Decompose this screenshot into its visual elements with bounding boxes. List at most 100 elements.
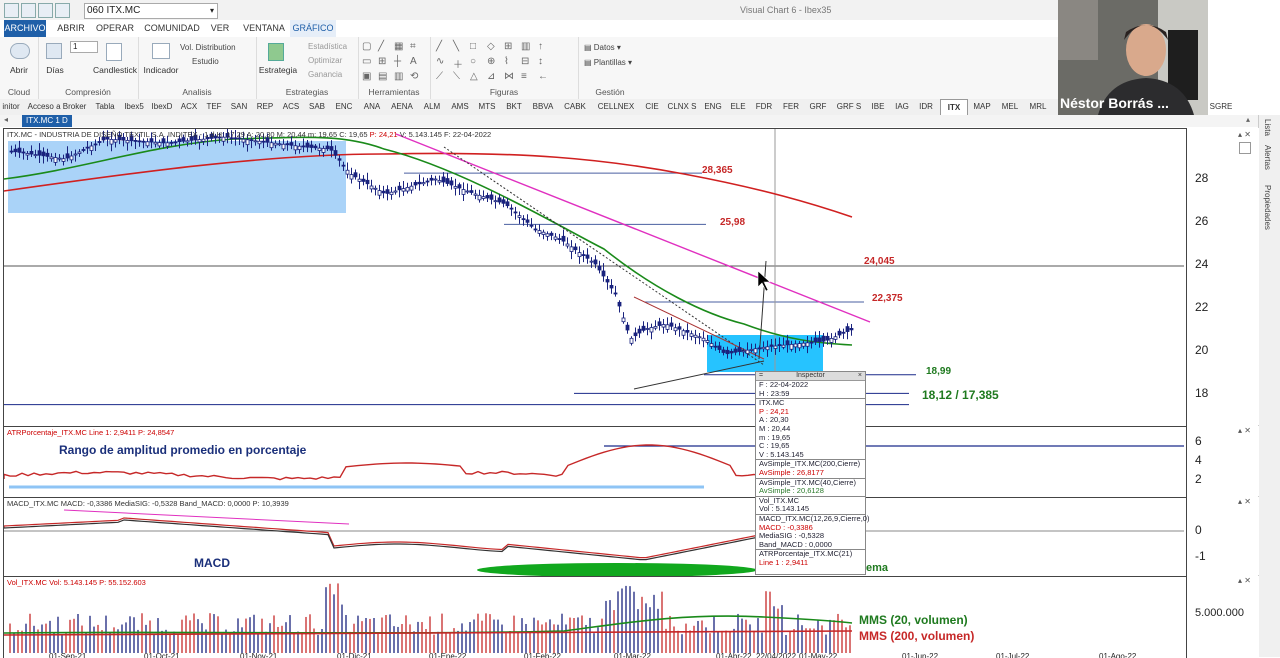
tab-ver[interactable]: VER [208, 20, 232, 37]
symbol-tab-idr[interactable]: IDR [916, 99, 936, 115]
figure-tool-icon[interactable]: ＋ [453, 56, 463, 71]
figure-tool-icon[interactable]: ≡ [521, 71, 527, 82]
symbol-tab-cabk[interactable]: CABK [560, 99, 590, 115]
price-y-axis[interactable]: 28 26 24 22 20 18 ▴ ✕ [1186, 128, 1259, 425]
symbol-tab-iag[interactable]: IAG [892, 99, 912, 115]
tab-grafico[interactable]: GRÁFICO [290, 20, 336, 37]
undo-icon[interactable] [38, 3, 53, 18]
price-pane[interactable]: ITX.MC - INDUSTRIA DE DISEÑO TEXTIL S.A.… [3, 128, 1187, 427]
minimize-pane-icon[interactable] [1239, 142, 1251, 154]
inspector-header[interactable]: Inspector × = [756, 372, 865, 381]
calendar-icon[interactable] [46, 43, 62, 59]
macd-y-axis[interactable]: 0 -1 ▴ ✕ [1186, 497, 1259, 575]
drawing-tool-icon[interactable]: ▦ [394, 41, 403, 52]
symbol-tab-acx[interactable]: ACX [178, 99, 200, 115]
symbol-tab-rep[interactable]: REP [254, 99, 276, 115]
drawing-tool-icon[interactable]: ⟲ [410, 71, 418, 82]
symbol-tab-fer[interactable]: FER [780, 99, 802, 115]
tab-comunidad[interactable]: COMUNIDAD [144, 20, 200, 37]
drawing-tool-icon[interactable]: ▢ [362, 41, 371, 52]
candlestick-icon[interactable] [106, 43, 122, 61]
macd-pane-controls[interactable]: ▴ ✕ [1227, 497, 1251, 506]
estrategia-button[interactable]: Estrategia [258, 65, 298, 75]
macd-pane[interactable]: MACD_ITX.MC MACD: -0,3386 MediaSIG: -0,5… [3, 497, 1187, 577]
symbol-tab-mel[interactable]: MEL [998, 99, 1022, 115]
strategy-icon[interactable] [268, 43, 284, 61]
figure-tool-icon[interactable]: ∿ [436, 56, 444, 67]
symbol-tab-initor[interactable]: initor [0, 99, 22, 115]
atr-chart[interactable] [4, 427, 1186, 497]
symbol-tab-ams[interactable]: AMS [448, 99, 472, 115]
close-icon[interactable]: × [858, 372, 862, 380]
scroll-left-icon[interactable]: ◂ [4, 115, 8, 124]
estudio-button[interactable]: Estudio [192, 57, 219, 66]
figure-tool-icon[interactable]: ╱ [436, 41, 442, 52]
figure-tool-icon[interactable]: ⊟ [521, 56, 529, 67]
symbol-tab-acceso-a-broker[interactable]: Acceso a Broker [26, 99, 88, 115]
drawing-tool-icon[interactable]: ▣ [362, 71, 371, 82]
symbol-tab-sgre[interactable]: SGRE [1206, 99, 1236, 115]
indicator-icon[interactable] [152, 43, 170, 59]
figure-tool-icon[interactable]: □ [470, 41, 476, 52]
drawing-tool-icon[interactable]: ▥ [394, 71, 403, 82]
symbol-tab-map[interactable]: MAP [970, 99, 994, 115]
inspector-window[interactable]: Inspector × = F : 22-04-2022 H : 23:59 ITX.M… [755, 371, 869, 575]
macd-chart[interactable] [4, 498, 1186, 576]
redo-icon[interactable] [55, 3, 70, 18]
symbol-tab-ibe[interactable]: IBE [868, 99, 888, 115]
atr-pane-controls[interactable]: ▴ ✕ [1227, 426, 1251, 435]
figure-tool-icon[interactable]: △ [470, 71, 478, 82]
drawing-tool-icon[interactable]: ▭ [362, 56, 371, 67]
symbol-tab-clnx-s[interactable]: CLNX S [666, 99, 698, 115]
tab-operar[interactable]: OPERAR [96, 20, 134, 37]
drawing-tool-icon[interactable]: ┼ [394, 56, 401, 67]
symbol-tab-bkt[interactable]: BKT [502, 99, 526, 115]
figure-tool-icon[interactable]: ⋈ [504, 71, 514, 82]
figure-tool-icon[interactable]: ⌇ [504, 56, 509, 67]
plantillas-button[interactable]: ▤ Plantillas ▾ [584, 58, 632, 67]
symbol-tab-tabla[interactable]: Tabla [92, 99, 118, 115]
datos-button[interactable]: ▤ Datos ▾ [584, 43, 621, 52]
figure-tool-icon[interactable]: ↕ [538, 56, 543, 67]
optimizar-button[interactable]: Optimizar [308, 56, 342, 65]
drawing-tool-icon[interactable]: ▤ [378, 71, 387, 82]
indicador-button[interactable]: Indicador [140, 65, 182, 75]
figure-tool-icon[interactable]: ← [538, 71, 548, 82]
pane-controls[interactable]: ▴ ✕ [1227, 130, 1251, 139]
symbol-tab-grf[interactable]: GRF [806, 99, 830, 115]
symbol-tab-ele[interactable]: ELE [728, 99, 748, 115]
atr-y-axis[interactable]: 6 4 2 ▴ ✕ [1186, 426, 1259, 496]
cloud-icon[interactable] [10, 43, 30, 59]
pin-icon[interactable]: = [759, 372, 763, 380]
symbol-tab-cellnex[interactable]: CELLNEX [594, 99, 638, 115]
volume-pane-controls[interactable]: ▴ ✕ [1227, 576, 1251, 585]
period-input[interactable]: 1 [70, 41, 98, 53]
chevron-up-icon[interactable]: ▴ [1246, 115, 1250, 124]
symbol-tab-ibex5[interactable]: Ibex5 [122, 99, 146, 115]
candlestick-button[interactable]: Candlestick [92, 65, 138, 75]
symbol-tab-san[interactable]: SAN [228, 99, 250, 115]
abrir-button[interactable]: Abrir [0, 65, 38, 75]
symbol-tab-ana[interactable]: ANA [360, 99, 384, 115]
symbol-tab-alm[interactable]: ALM [420, 99, 444, 115]
side-tab-alertas[interactable]: Alertas [1263, 145, 1272, 170]
app-menu-icon[interactable] [4, 3, 19, 18]
figure-tool-icon[interactable]: ↑ [538, 41, 543, 52]
dias-button[interactable]: Días [42, 65, 68, 75]
tab-ventana[interactable]: VENTANA [242, 20, 286, 37]
symbol-tab-ibexd[interactable]: IbexD [150, 99, 174, 115]
symbol-tab-eng[interactable]: ENG [702, 99, 724, 115]
figure-tool-icon[interactable]: ⟍ [453, 71, 460, 82]
symbol-tab-aena[interactable]: AENA [388, 99, 416, 115]
symbol-tab-grf-s[interactable]: GRF S [834, 99, 864, 115]
volume-chart[interactable] [4, 577, 1186, 658]
tab-abrir[interactable]: ABRIR [56, 20, 86, 37]
symbol-tab-tef[interactable]: TEF [204, 99, 224, 115]
atr-pane[interactable]: ATRPorcentaje_ITX.MC Line 1: 2,9411 P: 2… [3, 426, 1187, 498]
symbol-tab-itx[interactable]: ITX [940, 99, 968, 116]
drawing-tool-icon[interactable]: ⌗ [410, 41, 416, 52]
symbol-tab-sab[interactable]: SAB [306, 99, 328, 115]
save-icon[interactable] [21, 3, 36, 18]
chevron-down-icon[interactable]: ▾ [210, 4, 214, 18]
chart-tab[interactable]: ITX.MC 1 D [22, 115, 72, 127]
